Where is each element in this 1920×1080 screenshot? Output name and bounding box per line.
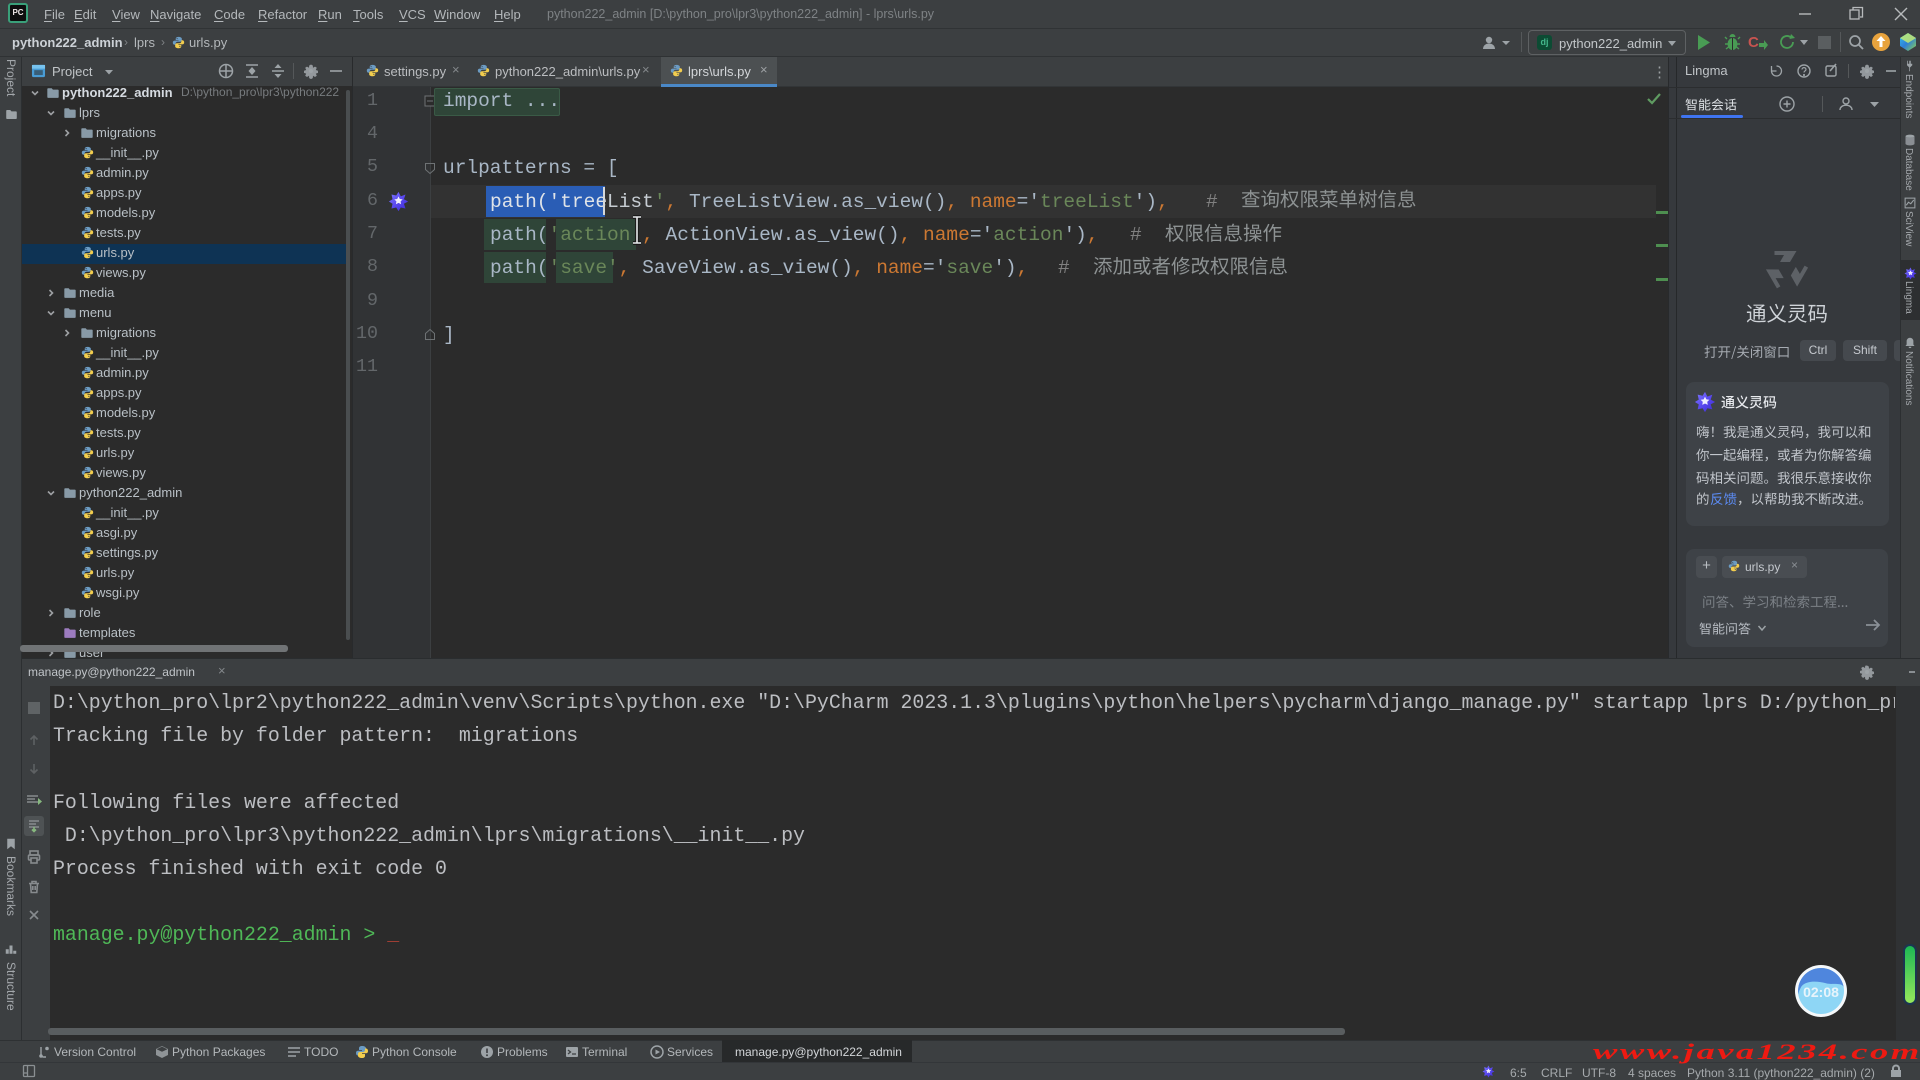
svg-text:C: C: [1748, 34, 1759, 51]
svg-text:02:08: 02:08: [1803, 984, 1839, 1000]
